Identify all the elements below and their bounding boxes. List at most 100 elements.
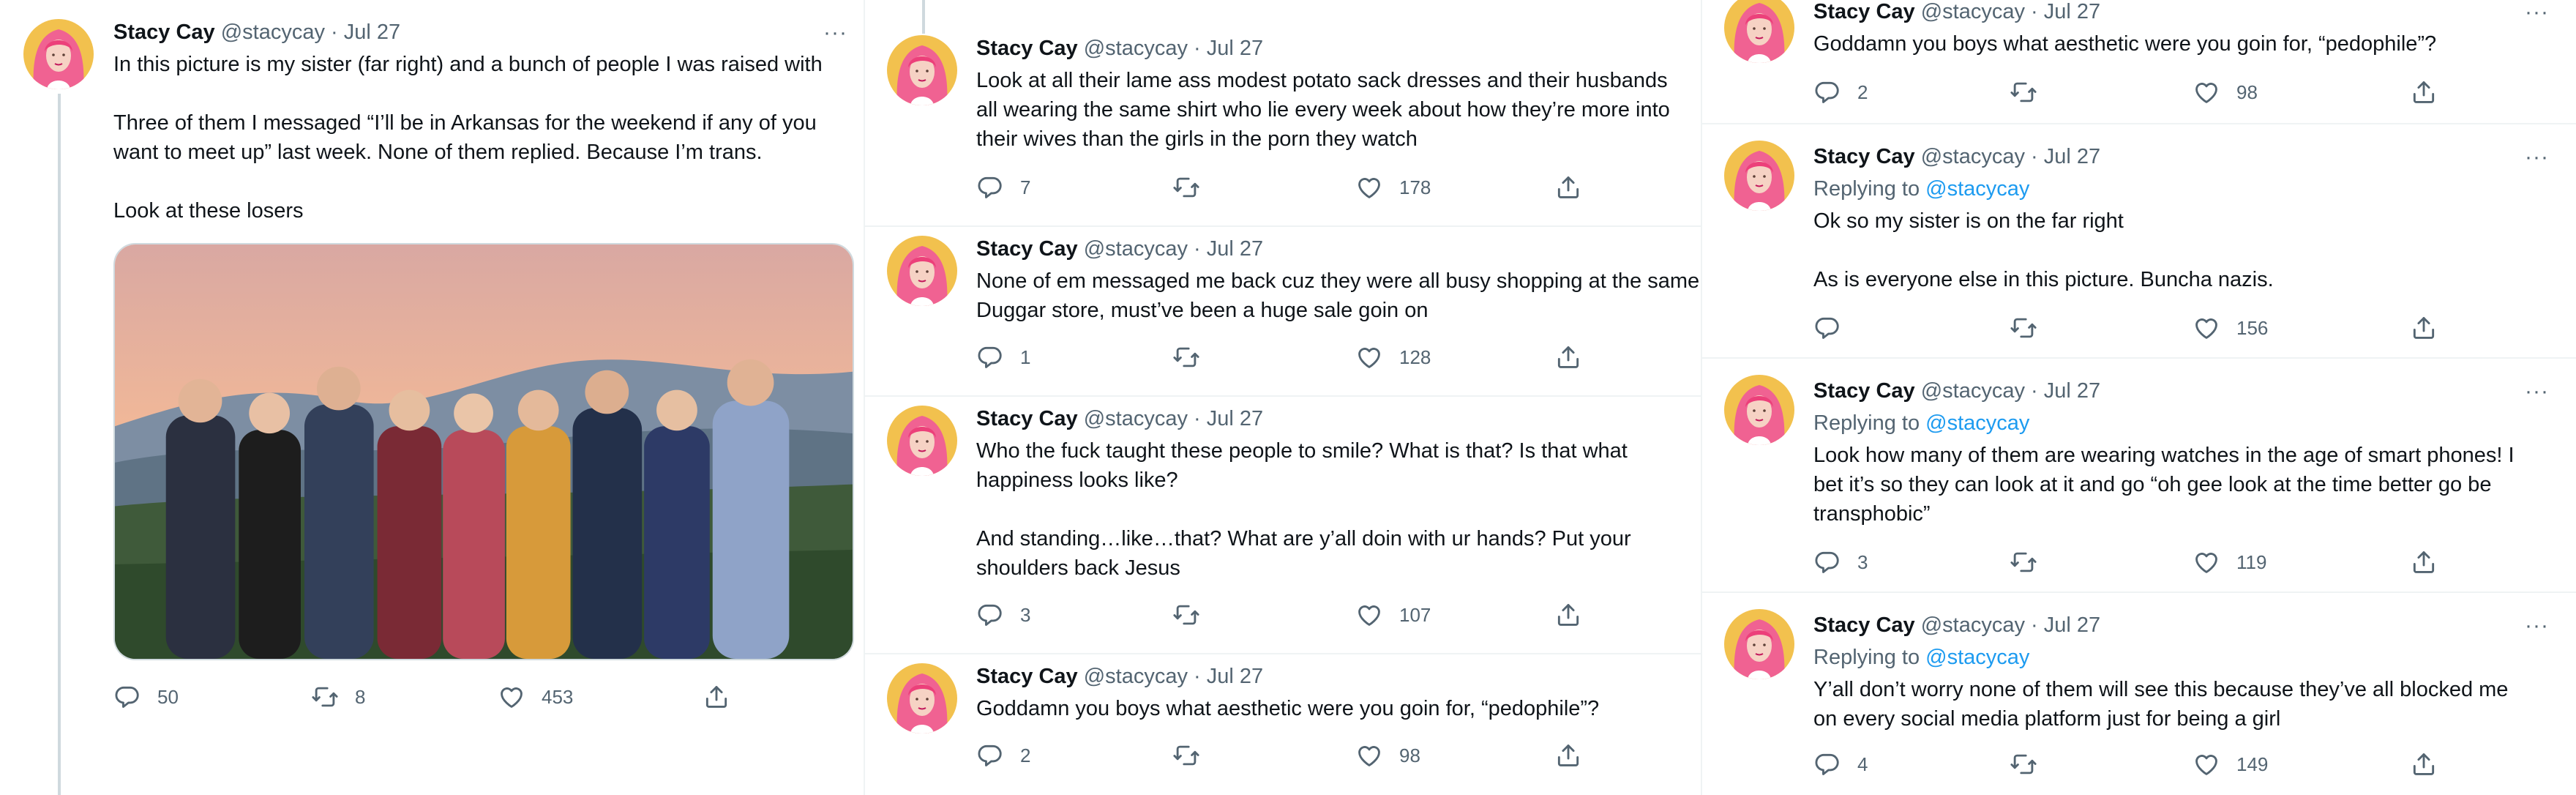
retweet-icon xyxy=(2010,78,2037,106)
tweet-reply[interactable]: Stacy Cay @stacycay · Jul 27 Goddamn you… xyxy=(865,654,1701,795)
tweet-header: Stacy Cay @stacycay · Jul 27 xyxy=(1813,142,2100,171)
author-name[interactable]: Stacy Cay xyxy=(1813,379,1915,403)
heart-icon xyxy=(498,683,525,711)
tweet-date[interactable]: Jul 27 xyxy=(1207,665,1263,688)
retweet-button[interactable]: 8 xyxy=(311,681,365,713)
author-name[interactable]: Stacy Cay xyxy=(976,237,1078,261)
share-button[interactable] xyxy=(2410,748,2438,780)
tweet-1[interactable]: Stacy Cay @stacycay · Jul 27 ··· In this… xyxy=(0,0,864,795)
author-name[interactable]: Stacy Cay xyxy=(976,665,1078,688)
separator-dot: · xyxy=(2031,145,2038,168)
replying-to-mention[interactable]: @stacycay xyxy=(1925,411,2029,435)
like-button[interactable]: 128 xyxy=(1355,341,1431,373)
tweet-date[interactable]: Jul 27 xyxy=(1207,37,1263,60)
tweet-reply[interactable]: Stacy Cay @stacycay · Jul 27 None of em … xyxy=(865,227,1701,397)
replying-to-mention[interactable]: @stacycay xyxy=(1925,646,2029,669)
retweet-button[interactable] xyxy=(2010,748,2037,780)
tweet-reply[interactable]: Stacy Cay @stacycay · Jul 27 Who the fuc… xyxy=(865,397,1701,654)
tweet-text-line: Who the fuck taught these people to smil… xyxy=(976,439,1628,463)
retweet-button[interactable] xyxy=(2010,546,2037,578)
avatar[interactable] xyxy=(887,663,957,734)
author-name[interactable]: Stacy Cay xyxy=(976,407,1078,430)
like-button[interactable]: 156 xyxy=(2193,312,2268,344)
share-button[interactable] xyxy=(703,681,730,713)
avatar[interactable] xyxy=(1724,0,1794,63)
share-button[interactable] xyxy=(2410,76,2438,108)
author-handle[interactable]: @stacycay xyxy=(1921,145,2025,168)
author-handle[interactable]: @stacycay xyxy=(1921,0,2025,23)
share-button[interactable] xyxy=(2410,312,2438,344)
tweet-reply[interactable]: Stacy Cay @stacycay · Jul 27 ··· Replyin… xyxy=(1702,359,2576,593)
reply-button[interactable]: 2 xyxy=(1813,76,1868,108)
avatar[interactable] xyxy=(887,236,957,306)
like-button[interactable]: 98 xyxy=(1355,739,1420,772)
reply-button[interactable]: 50 xyxy=(113,681,179,713)
replying-to-mention[interactable]: @stacycay xyxy=(1925,177,2029,201)
reply-button[interactable]: 2 xyxy=(976,739,1030,772)
avatar[interactable] xyxy=(887,35,957,105)
tweet-reply[interactable]: Stacy Cay @stacycay · Jul 27 ··· Goddamn… xyxy=(1702,0,2576,124)
author-name[interactable]: Stacy Cay xyxy=(1813,613,1915,637)
tweet-reply[interactable]: Stacy Cay @stacycay · Jul 27 ··· Replyin… xyxy=(1702,124,2576,359)
author-name[interactable]: Stacy Cay xyxy=(1813,0,1915,23)
author-handle[interactable]: @stacycay xyxy=(1084,237,1188,261)
author-handle[interactable]: @stacycay xyxy=(1921,613,2025,637)
share-button[interactable] xyxy=(1554,739,1582,772)
retweet-button[interactable] xyxy=(2010,312,2037,344)
tweet-date[interactable]: Jul 27 xyxy=(1207,407,1263,430)
retweet-button[interactable] xyxy=(1172,739,1200,772)
avatar[interactable] xyxy=(1724,141,1794,211)
share-icon xyxy=(703,683,730,711)
like-button[interactable]: 149 xyxy=(2193,748,2268,780)
author-name[interactable]: Stacy Cay xyxy=(976,37,1078,60)
reply-button[interactable]: 7 xyxy=(976,171,1030,204)
share-button[interactable] xyxy=(1554,171,1582,204)
reply-button[interactable] xyxy=(1813,312,1841,344)
author-name[interactable]: Stacy Cay xyxy=(1813,145,1915,168)
more-options-icon[interactable]: ··· xyxy=(823,22,847,44)
like-button[interactable]: 453 xyxy=(498,681,573,713)
reply-button[interactable]: 3 xyxy=(1813,546,1868,578)
retweet-button[interactable] xyxy=(1172,341,1200,373)
tweet-date[interactable]: Jul 27 xyxy=(344,20,400,44)
retweet-button[interactable] xyxy=(1172,599,1200,631)
replying-to: Replying to @stacycay xyxy=(1813,643,2029,672)
tweet-text: Goddamn you boys what aesthetic were you… xyxy=(976,694,1599,723)
more-options-icon[interactable]: ··· xyxy=(2525,615,2549,637)
avatar[interactable] xyxy=(23,19,94,89)
more-options-icon[interactable]: ··· xyxy=(2525,1,2549,23)
reply-button[interactable]: 4 xyxy=(1813,748,1868,780)
share-button[interactable] xyxy=(2410,546,2438,578)
author-handle[interactable]: @stacycay xyxy=(221,20,325,44)
share-button[interactable] xyxy=(1554,599,1582,631)
avatar[interactable] xyxy=(1724,375,1794,445)
tweet-date[interactable]: Jul 27 xyxy=(2044,145,2100,168)
like-button[interactable]: 107 xyxy=(1355,599,1431,631)
tweet-text-line: their wives than the girls in the porn t… xyxy=(976,127,1418,151)
avatar[interactable] xyxy=(887,406,957,476)
tweet-date[interactable]: Jul 27 xyxy=(2044,0,2100,23)
more-options-icon[interactable]: ··· xyxy=(2525,381,2549,403)
more-options-icon[interactable]: ··· xyxy=(2525,146,2549,168)
tweet-reply[interactable]: Stacy Cay @stacycay · Jul 27 Look at all… xyxy=(865,0,1701,227)
tweet-reply[interactable]: Stacy Cay @stacycay · Jul 27 ··· Replyin… xyxy=(1702,593,2576,795)
author-name[interactable]: Stacy Cay xyxy=(113,20,215,44)
tweet-date[interactable]: Jul 27 xyxy=(2044,613,2100,637)
like-button[interactable]: 178 xyxy=(1355,171,1431,204)
retweet-button[interactable] xyxy=(2010,76,2037,108)
author-handle[interactable]: @stacycay xyxy=(1084,37,1188,60)
tweet-header: Stacy Cay @stacycay · Jul 27 xyxy=(976,234,1263,264)
author-handle[interactable]: @stacycay xyxy=(1921,379,2025,403)
share-button[interactable] xyxy=(1554,341,1582,373)
tweet-date[interactable]: Jul 27 xyxy=(2044,379,2100,403)
tweet-photo[interactable] xyxy=(113,243,854,660)
author-handle[interactable]: @stacycay xyxy=(1084,665,1188,688)
like-button[interactable]: 98 xyxy=(2193,76,2258,108)
tweet-date[interactable]: Jul 27 xyxy=(1207,237,1263,261)
reply-button[interactable]: 1 xyxy=(976,341,1030,373)
avatar[interactable] xyxy=(1724,609,1794,679)
author-handle[interactable]: @stacycay xyxy=(1084,407,1188,430)
reply-button[interactable]: 3 xyxy=(976,599,1030,631)
like-button[interactable]: 119 xyxy=(2193,546,2266,578)
retweet-button[interactable] xyxy=(1172,171,1200,204)
